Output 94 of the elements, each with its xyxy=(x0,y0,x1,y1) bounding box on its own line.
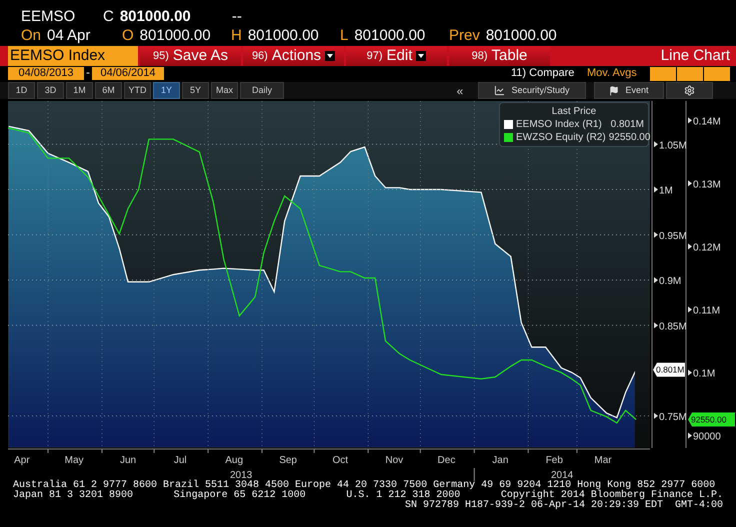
close-label: C xyxy=(103,8,114,26)
last-value-tag: 0.801M xyxy=(653,362,685,377)
y-tick-label: 0.85M xyxy=(659,321,687,332)
y-tick-label: 0.9M xyxy=(659,276,682,288)
collapse-button[interactable]: « xyxy=(452,82,468,99)
period-tab[interactable]: Max xyxy=(211,82,238,99)
axis-tick-label: 0.85M xyxy=(654,321,687,332)
field-label: Prev xyxy=(449,27,480,45)
axis-tick-label: 0.13M xyxy=(688,179,721,190)
legend-value: 0.801M xyxy=(610,118,644,131)
footer-text: Copyright 2014 Bloomberg Finance L.P. xyxy=(500,491,723,501)
axis-tick-label: 1M xyxy=(654,186,673,197)
security-study-button[interactable]: Security/Study xyxy=(478,82,586,99)
ticker-symbol: EEMSO xyxy=(21,8,76,26)
period-tab[interactable]: 3D xyxy=(37,82,64,99)
start-date-field[interactable]: 04/08/2013 xyxy=(8,67,84,80)
y-tick-label: 1.05M xyxy=(659,140,687,152)
footer-text: Singapore 65 6212 1000 xyxy=(174,491,306,501)
period-tab[interactable]: YTD xyxy=(124,82,151,99)
line-chart-icon xyxy=(494,85,506,96)
axis-tick-label: 0.11M xyxy=(688,306,720,317)
legend-series-name: EEMSO Index xyxy=(516,118,580,131)
field-value: 801000.00 xyxy=(140,27,211,45)
period-tab[interactable]: 1D xyxy=(8,82,35,99)
flag-icon xyxy=(609,86,620,96)
date-separator: - xyxy=(85,67,91,80)
month-label: Dec xyxy=(438,455,456,466)
end-date-field[interactable]: 04/06/2014 xyxy=(92,67,164,80)
y-tick-label: 0.95M xyxy=(659,230,687,242)
year-label: 2014 xyxy=(551,470,574,481)
axis-tick-label: 0.95M xyxy=(654,230,687,242)
footer-text: Japan 81 3 3201 8900 xyxy=(13,491,134,501)
y2-tick-label: 0.13M xyxy=(693,179,721,190)
field-label: On xyxy=(21,27,42,45)
axis-tick-label: 0.1M xyxy=(688,368,716,380)
month-label: Jun xyxy=(120,455,136,466)
axis-tick-label: 90000 xyxy=(688,432,721,443)
toolbar-button[interactable]: 96) Actions xyxy=(243,46,344,66)
settings-icon xyxy=(684,85,695,96)
field-value: 801000.00 xyxy=(354,27,426,45)
month-label: Jul xyxy=(174,455,187,466)
mov-avgs-label: Mov. Avgs xyxy=(587,67,638,80)
month-label: Jan xyxy=(492,455,508,466)
field-value: 801000.00 xyxy=(248,27,319,45)
y-tick-label: 0.75M xyxy=(659,412,687,423)
frequency-dropdown[interactable]: Daily xyxy=(240,82,284,99)
footer-text: U.S. 1 212 318 2000 xyxy=(346,491,460,501)
legend-title: Last Price xyxy=(550,105,598,118)
field-label: O xyxy=(122,27,134,45)
period-tab[interactable]: 1Y xyxy=(153,82,180,99)
period-tab[interactable]: 6M xyxy=(95,82,122,99)
session-info: SN 972789 H187-939-2 06-Apr-14 20:29:39 EDT GMT-4:00 xyxy=(404,501,723,511)
period-tab[interactable]: 5Y xyxy=(182,82,209,99)
close-price: 801000.00 xyxy=(120,8,192,26)
axis-tick-label: 0.14M xyxy=(688,116,721,128)
axis-tick-label: 0.12M xyxy=(688,242,721,254)
y-tick-label: 1M xyxy=(659,186,673,197)
event-button[interactable]: Event xyxy=(594,82,664,99)
year-label: 2013 xyxy=(230,470,252,481)
axis-tick-label: 0.75M xyxy=(654,412,687,423)
field-label: L xyxy=(340,27,348,45)
axis-tick-label: 0.9M xyxy=(654,276,682,288)
settings-button[interactable] xyxy=(666,82,713,99)
axis-tick-label: 1.05M xyxy=(654,140,687,152)
contact-line: Australia 61 2 9777 8600 Brazil 5511 3048 4500 Europe 44 20 7330 7500 Germany 49 69 9204 1210 Hong Kong 852 2977 6000 xyxy=(13,481,716,491)
month-label: May xyxy=(64,455,84,466)
field-value: 04 Apr xyxy=(47,27,90,45)
month-label: Mar xyxy=(594,455,612,466)
field-label: H xyxy=(231,27,242,45)
month-label: Apr xyxy=(14,455,30,466)
month-label: Oct xyxy=(332,455,348,466)
y2-tick-label: 90000 xyxy=(693,432,722,443)
toolbar-button[interactable]: 97) Edit xyxy=(346,46,447,66)
legend-axis: (R1) xyxy=(582,118,602,131)
y2-tick-label: 0.14M xyxy=(693,116,721,128)
view-title: Line Chart xyxy=(660,46,730,66)
y2-tick-label: 0.12M xyxy=(693,242,721,254)
month-label: Nov xyxy=(385,455,404,466)
month-label: Feb xyxy=(546,455,563,466)
toolbar-button[interactable]: 95) Save As xyxy=(140,46,241,66)
security-field[interactable]: EEMSO Index xyxy=(8,46,138,66)
legend-axis: (R2) xyxy=(586,131,606,144)
compare-button[interactable]: 11) Compare xyxy=(511,67,587,80)
last-value-tag: 92550.00 xyxy=(688,412,735,427)
y2-tick-label: 0.11M xyxy=(693,306,720,317)
month-label: Aug xyxy=(225,455,244,466)
y2-tick-label: 0.1M xyxy=(693,368,716,380)
legend-value: 92550.00 xyxy=(608,131,650,144)
toolbar-button[interactable]: 98) Table xyxy=(449,46,550,66)
change-value: -- xyxy=(232,8,242,26)
field-value: 801000.00 xyxy=(486,27,557,45)
period-tab[interactable]: 1M xyxy=(66,82,93,99)
month-label: Sep xyxy=(279,455,297,466)
legend-series-name: EWZSO Equity xyxy=(516,131,584,144)
